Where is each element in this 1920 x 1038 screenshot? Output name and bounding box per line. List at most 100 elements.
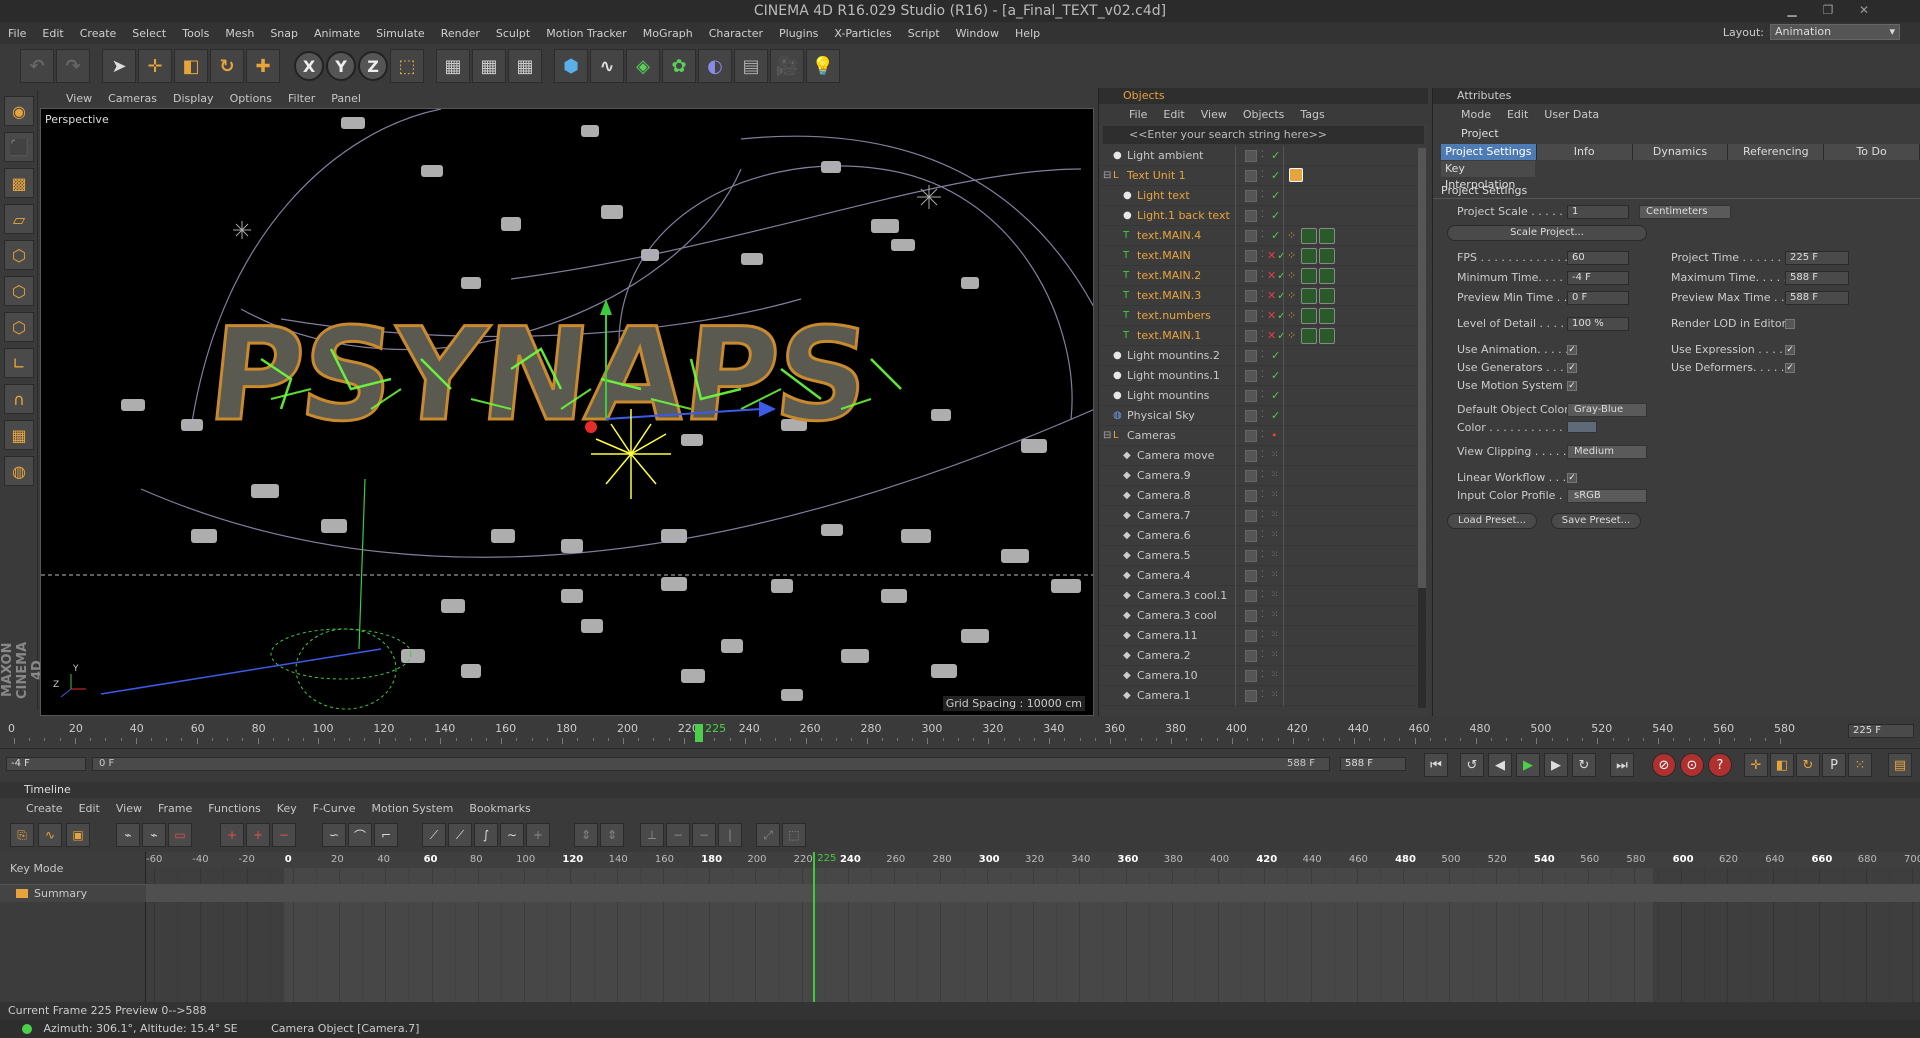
layer-icon[interactable] [1245, 549, 1257, 562]
visibility-dots-icon[interactable]: ⁚ [1261, 170, 1269, 182]
visibility-dots-icon[interactable]: ⁚ [1261, 690, 1269, 702]
workplane-lock-icon[interactable]: ▦ [4, 420, 34, 450]
visibility-dots-icon[interactable]: ⁚ [1261, 450, 1269, 462]
subdivision-surface-icon[interactable]: ◈ [626, 49, 660, 83]
menu-mesh[interactable]: Mesh [225, 27, 254, 40]
menu-tools[interactable]: Tools [182, 27, 209, 40]
go-to-end-icon[interactable]: ⏭ [1610, 753, 1634, 777]
render-dots-icon[interactable]: ⁙ [1271, 670, 1279, 682]
end-frame-field[interactable]: 588 F [1340, 757, 1406, 771]
layer-icon[interactable] [1245, 649, 1257, 662]
project-scale-unit-dropdown[interactable]: Centimeters [1639, 205, 1731, 219]
layer-icon[interactable] [1245, 209, 1257, 222]
enabled-check-icon[interactable]: ✓ [1271, 389, 1280, 402]
tab-referencing[interactable]: Referencing [1728, 144, 1825, 160]
menu-character[interactable]: Character [709, 27, 763, 40]
spline-step-icon[interactable]: ⌐ [374, 823, 398, 847]
menu-window[interactable]: Window [956, 27, 999, 40]
layer-icon[interactable] [1245, 249, 1257, 262]
disabled-icon[interactable]: ✕ [1267, 249, 1276, 262]
material-tag-icon[interactable] [1301, 248, 1317, 264]
current-frame-marker[interactable] [695, 724, 704, 742]
object-row[interactable]: ◆ Camera.7 ⁚ ⁙ [1099, 505, 1428, 526]
objects-menu-tags[interactable]: Tags [1300, 108, 1324, 121]
menu-simulate[interactable]: Simulate [376, 27, 425, 40]
layer-icon[interactable] [1245, 509, 1257, 522]
z-axis-lock-icon[interactable]: Z [358, 51, 388, 81]
disabled-icon[interactable]: ✕ [1267, 269, 1276, 282]
ease-both-icon[interactable]: ∫ [474, 823, 498, 847]
maximum-time-field[interactable]: 588 F [1785, 271, 1849, 285]
render-dots-icon[interactable]: ⁙ [1271, 490, 1279, 502]
enabled-check-icon[interactable]: ✓ [1271, 369, 1280, 382]
enabled-check-icon[interactable]: ✓ [1271, 349, 1280, 362]
redo-icon[interactable]: ↷ [56, 49, 90, 83]
object-row[interactable]: ◆ Camera.8 ⁚ ⁙ [1099, 485, 1428, 506]
layer-icon[interactable] [1245, 329, 1257, 342]
render-dots-icon[interactable]: ⁙ [1271, 690, 1279, 702]
visibility-dots-icon[interactable]: ⁚ [1261, 370, 1269, 382]
select-icon[interactable]: ➤ [102, 49, 136, 83]
menu-snap[interactable]: Snap [270, 27, 298, 40]
layer-icon[interactable] [1245, 429, 1257, 442]
visibility-dots-icon[interactable]: ⁚ [1261, 670, 1269, 682]
fps-field[interactable]: 60 [1567, 251, 1629, 265]
object-row[interactable]: ◆ Camera.4 ⁚ ⁙ [1099, 565, 1428, 586]
floor-icon[interactable]: ▤ [734, 49, 768, 83]
timeline-current-frame-line[interactable] [813, 852, 816, 1002]
enabled-check-icon[interactable]: ✓ [1271, 189, 1280, 202]
visibility-dots-icon[interactable]: ⁚ [1261, 570, 1269, 582]
frame-selected-icon[interactable]: ⬚ [782, 823, 806, 847]
use-motion-system-checkbox[interactable]: ✓ [1567, 381, 1577, 391]
layer-icon[interactable] [1245, 389, 1257, 402]
layer-icon[interactable] [1245, 529, 1257, 542]
visibility-dots-icon[interactable]: ⁚ [1261, 650, 1269, 662]
y-axis-lock-icon[interactable]: Y [326, 51, 356, 81]
previous-key-icon[interactable]: ↺ [1460, 753, 1484, 777]
use-animation-checkbox[interactable]: ✓ [1567, 345, 1577, 355]
record-active-objects-icon[interactable]: ⊘ [1652, 753, 1676, 777]
axis-mode-icon[interactable]: ∟ [4, 348, 34, 378]
menu-sculpt[interactable]: Sculpt [496, 27, 530, 40]
close-icon[interactable]: ✕ [1846, 0, 1882, 22]
make-editable-icon[interactable]: ◉ [4, 96, 34, 126]
object-row[interactable]: ◆ Camera.1 ⁚ ⁙ [1099, 685, 1428, 706]
object-row[interactable]: ◆ Camera move ⁚ ⁙ [1099, 445, 1428, 466]
only-selected-icon[interactable]: ▭ [168, 823, 192, 847]
flat-tangents-icon[interactable]: − [692, 823, 716, 847]
tab-key-interpolation[interactable]: Key Interpolation [1441, 161, 1535, 191]
clamp-icon[interactable]: ∼ [500, 823, 524, 847]
layer-icon[interactable] [1245, 289, 1257, 302]
viewport-menu-view[interactable]: View [66, 92, 92, 105]
scale-icon[interactable]: ◧ [174, 49, 208, 83]
cube-icon[interactable]: ⬢ [554, 49, 588, 83]
visibility-dots-icon[interactable]: ⁚ [1261, 630, 1269, 642]
render-dots-icon[interactable]: ⁙ [1271, 590, 1279, 602]
layer-icon[interactable] [1245, 269, 1257, 282]
delete-key-icon[interactable]: − [272, 823, 296, 847]
linear-workflow-checkbox[interactable]: ✓ [1567, 473, 1577, 483]
tangent-icon[interactable]: + [526, 823, 550, 847]
layer-icon[interactable] [1245, 629, 1257, 642]
scale-project-button[interactable]: Scale Project... [1447, 225, 1647, 241]
timeline-window-icon[interactable]: ▤ [1888, 753, 1912, 777]
layer-icon[interactable] [1245, 489, 1257, 502]
disabled-icon[interactable]: ✕ [1267, 309, 1276, 322]
layer-icon[interactable] [1245, 169, 1257, 182]
zero-tangents-icon[interactable]: | [718, 823, 742, 847]
use-generators-checkbox[interactable]: ✓ [1567, 363, 1577, 373]
visibility-dots-icon[interactable]: ⁚ [1261, 430, 1269, 442]
object-row[interactable]: ● Light mountins.1 ⁚ ✓ [1099, 365, 1428, 386]
enabled-check-icon[interactable]: ✓ [1277, 329, 1286, 342]
polygons-mode-icon[interactable]: ⬡ [4, 312, 34, 342]
render-dots-icon[interactable]: ⁙ [1271, 650, 1279, 662]
enabled-check-icon[interactable]: ✓ [1271, 149, 1280, 162]
material-tag-icon[interactable] [1319, 228, 1335, 244]
object-row[interactable]: ◆ Camera.10 ⁚ ⁙ [1099, 665, 1428, 686]
lock-value-icon[interactable]: ⇕ [600, 823, 624, 847]
layer-icon[interactable] [1245, 569, 1257, 582]
points-mode-icon[interactable]: ⬡ [4, 240, 34, 270]
preview-min-time-field[interactable]: 0 F [1567, 291, 1629, 305]
attributes-menu-mode[interactable]: Mode [1461, 108, 1491, 121]
menu-select[interactable]: Select [132, 27, 166, 40]
